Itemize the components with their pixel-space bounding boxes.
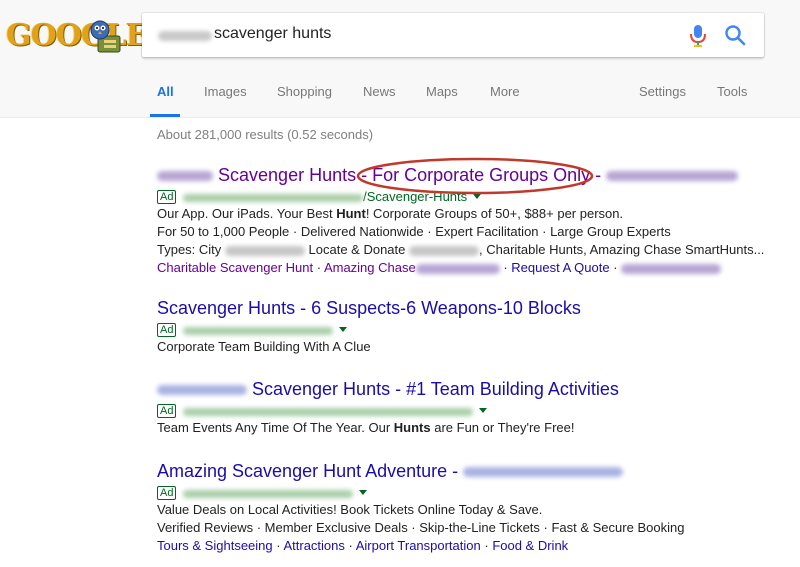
result-snippet: Corporate Team Building With A Clue xyxy=(157,339,371,354)
tab-all[interactable]: All xyxy=(157,84,174,99)
sitelinks: Charitable Scavenger Hunt · Amazing Chas… xyxy=(157,259,764,277)
sitelink[interactable]: Airport Transportation xyxy=(356,538,481,553)
blurred-url xyxy=(183,326,334,335)
sitelink[interactable]: Food & Drink xyxy=(492,538,568,553)
tab-more[interactable]: More xyxy=(490,84,520,99)
blurred-url xyxy=(183,407,474,416)
result-title-main: Scavenger Hunts xyxy=(218,165,357,185)
tab-images[interactable]: Images xyxy=(204,84,247,99)
result-snippet: For 50 to 1,000 People · Delivered Natio… xyxy=(157,224,671,239)
ad-result-2: Scavenger Hunts - 6 Suspects-6 Weapons-1… xyxy=(157,298,581,356)
ad-result-4: Amazing Scavenger Hunt Adventure - Ad Va… xyxy=(157,461,684,555)
doodle-mascot-icon xyxy=(90,20,121,53)
blurred-text xyxy=(157,171,213,182)
result-snippet: Verified Reviews · Member Exclusive Deal… xyxy=(157,520,685,535)
blurred-query-prefix xyxy=(158,31,212,41)
sitelink[interactable]: Charitable Scavenger Hunt xyxy=(157,260,313,275)
dropdown-arrow-icon[interactable] xyxy=(479,408,488,413)
result-snippet: Our App. Our iPads. Your Best Hunt! Corp… xyxy=(157,206,624,221)
sitelinks: Tours & Sightseeing · Attractions · Airp… xyxy=(157,538,569,553)
dropdown-arrow-icon[interactable] xyxy=(359,490,368,495)
tab-shopping[interactable]: Shopping xyxy=(277,84,332,99)
sitelink[interactable]: Attractions xyxy=(283,538,344,553)
annotation-circle xyxy=(356,157,594,195)
sitelink[interactable]: Tours & Sightseeing xyxy=(157,538,273,553)
blurred-text xyxy=(224,245,305,256)
result-snippet: Team Events Any Time Of The Year. Our Hu… xyxy=(157,420,575,435)
blurred-text xyxy=(606,171,739,182)
sitelink[interactable]: Amazing Chase xyxy=(324,260,416,275)
active-tab-indicator xyxy=(150,114,180,117)
search-tabs: All Images Shopping News Maps More Setti… xyxy=(0,80,800,118)
result-snippet: Value Deals on Local Activities! Book Ti… xyxy=(157,502,543,517)
sitelink[interactable]: Request A Quote xyxy=(511,260,609,275)
blurred-text xyxy=(415,263,500,274)
search-header: GOOGLE scavenger hunts All Images Shoppi… xyxy=(0,0,800,118)
blurred-url xyxy=(183,193,364,202)
logo-text: GOOGLE xyxy=(6,18,148,53)
tab-news[interactable]: News xyxy=(363,84,396,99)
result-title-link[interactable]: Scavenger Hunts - 6 Suspects-6 Weapons-1… xyxy=(157,298,581,319)
tab-settings[interactable]: Settings xyxy=(639,84,686,99)
result-title-link[interactable]: Amazing Scavenger Hunt Adventure - xyxy=(157,461,684,482)
blurred-text xyxy=(621,263,722,274)
result-title-link[interactable]: Scavenger Hunts - #1 Team Building Activ… xyxy=(157,379,619,400)
tab-tools[interactable]: Tools xyxy=(717,84,747,99)
ad-result-3: Scavenger Hunts - #1 Team Building Activ… xyxy=(157,379,619,437)
tab-maps[interactable]: Maps xyxy=(426,84,458,99)
result-stats: About 281,000 results (0.52 seconds) xyxy=(157,127,374,142)
search-input[interactable]: scavenger hunts xyxy=(142,13,764,57)
microphone-icon[interactable] xyxy=(688,24,708,48)
ad-badge: Ad xyxy=(157,190,177,204)
ad-badge: Ad xyxy=(157,404,177,418)
result-url: Ad xyxy=(157,403,619,419)
ad-badge: Ad xyxy=(157,486,177,500)
blurred-text xyxy=(409,245,480,256)
google-doodle-logo[interactable]: GOOGLE xyxy=(6,14,148,58)
result-url: Ad xyxy=(157,322,581,338)
result-url: Ad xyxy=(157,485,684,501)
search-query-text: scavenger hunts xyxy=(214,25,332,42)
result-snippet: Types: City Locate & Donate , Charitable… xyxy=(157,242,765,257)
blurred-url xyxy=(183,489,354,498)
dropdown-arrow-icon[interactable] xyxy=(339,327,348,332)
search-icon[interactable] xyxy=(724,24,746,46)
ad-badge: Ad xyxy=(157,323,177,337)
blurred-text xyxy=(463,467,624,478)
blurred-text xyxy=(157,385,247,396)
